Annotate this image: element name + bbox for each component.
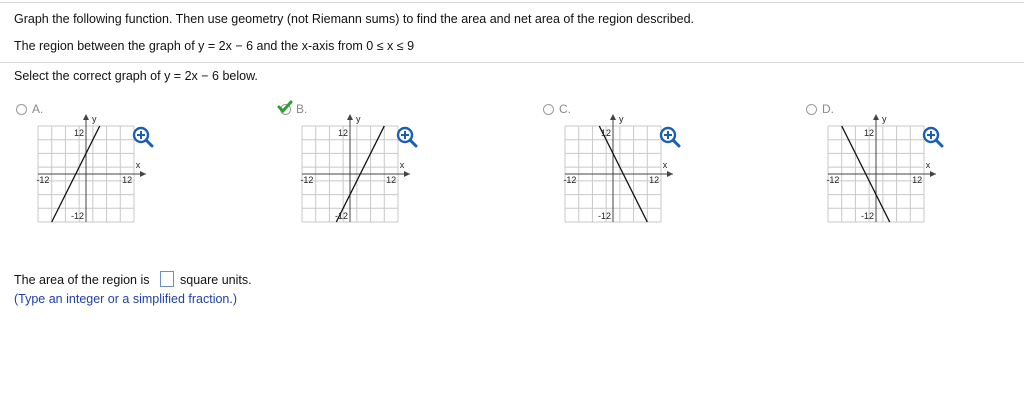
- zoom-in-icon[interactable]: [396, 126, 418, 148]
- x-axis-arrow: [667, 171, 673, 177]
- zoom-in-icon[interactable]: [922, 126, 944, 148]
- tick-label-x-min: -12: [826, 175, 839, 185]
- x-axis-arrow: [404, 171, 410, 177]
- y-axis-arrow: [873, 114, 879, 120]
- y-axis-arrow: [83, 114, 89, 120]
- graph-preview: y x 12 -12 12 -12: [36, 114, 146, 223]
- x-axis-label: x: [136, 160, 141, 170]
- check-icon: [277, 100, 293, 114]
- option-radio[interactable]: [16, 104, 27, 115]
- option-letter: D.: [822, 102, 834, 116]
- tick-label-x-max: 12: [912, 175, 922, 185]
- tick-label-y-max: 12: [338, 128, 348, 138]
- area-answer-input[interactable]: [160, 271, 174, 287]
- area-prefix: The area of the region is: [14, 273, 150, 287]
- top-divider: [0, 2, 1024, 3]
- y-axis-label: y: [619, 114, 624, 124]
- graph-preview: y x 12 -12 12 -12: [300, 114, 410, 223]
- option-letter: B.: [296, 102, 308, 116]
- region-text: The region between the graph of y = 2x −…: [14, 39, 415, 53]
- tick-label-y-min: -12: [598, 211, 611, 221]
- answer-hint: (Type an integer or a simplified fractio…: [14, 292, 238, 306]
- graph-preview: y x 12 -12 12 -12: [563, 114, 673, 223]
- tick-label-x-max: 12: [122, 175, 132, 185]
- y-axis-label: y: [882, 114, 887, 124]
- tick-label-y-min: -12: [335, 211, 348, 221]
- section-divider: [0, 62, 1024, 63]
- y-axis-label: y: [356, 114, 361, 124]
- y-axis-label: y: [92, 114, 97, 124]
- zoom-in-icon[interactable]: [659, 126, 681, 148]
- option-radio[interactable]: [806, 104, 817, 115]
- y-axis-arrow: [610, 114, 616, 120]
- x-axis-arrow: [930, 171, 936, 177]
- graph-preview: y x 12 -12 12 -12: [826, 114, 936, 223]
- option-d[interactable]: D. y x 12 -12 12 -12: [806, 102, 1006, 254]
- option-a[interactable]: A. y x 12 -12 12 -12: [16, 102, 216, 254]
- instruction-text: Graph the following function. Then use g…: [14, 12, 695, 26]
- option-letter: C.: [559, 102, 571, 116]
- tick-label-y-max: 12: [74, 128, 84, 138]
- x-axis-arrow: [140, 171, 146, 177]
- tick-label-x-max: 12: [386, 175, 396, 185]
- select-prompt: Select the correct graph of y = 2x − 6 b…: [14, 69, 258, 83]
- x-axis-label: x: [400, 160, 405, 170]
- zoom-in-icon[interactable]: [132, 126, 154, 148]
- area-prompt: The area of the region is: [14, 273, 150, 287]
- x-axis-label: x: [926, 160, 931, 170]
- x-axis-label: x: [663, 160, 668, 170]
- tick-label-y-min: -12: [71, 211, 84, 221]
- tick-label-x-min: -12: [563, 175, 576, 185]
- option-radio[interactable]: [543, 104, 554, 115]
- tick-label-y-max: 12: [601, 128, 611, 138]
- tick-label-x-min: -12: [36, 175, 49, 185]
- tick-label-x-max: 12: [649, 175, 659, 185]
- option-b[interactable]: B. y x 12 -12 12 -12: [277, 100, 480, 254]
- option-c[interactable]: C. y x 12 -12 12 -12: [543, 102, 743, 254]
- y-axis-arrow: [347, 114, 353, 120]
- tick-label-y-max: 12: [864, 128, 874, 138]
- tick-label-y-min: -12: [861, 211, 874, 221]
- area-suffix: square units.: [180, 273, 252, 287]
- option-letter: A.: [32, 102, 44, 116]
- tick-label-x-min: -12: [300, 175, 313, 185]
